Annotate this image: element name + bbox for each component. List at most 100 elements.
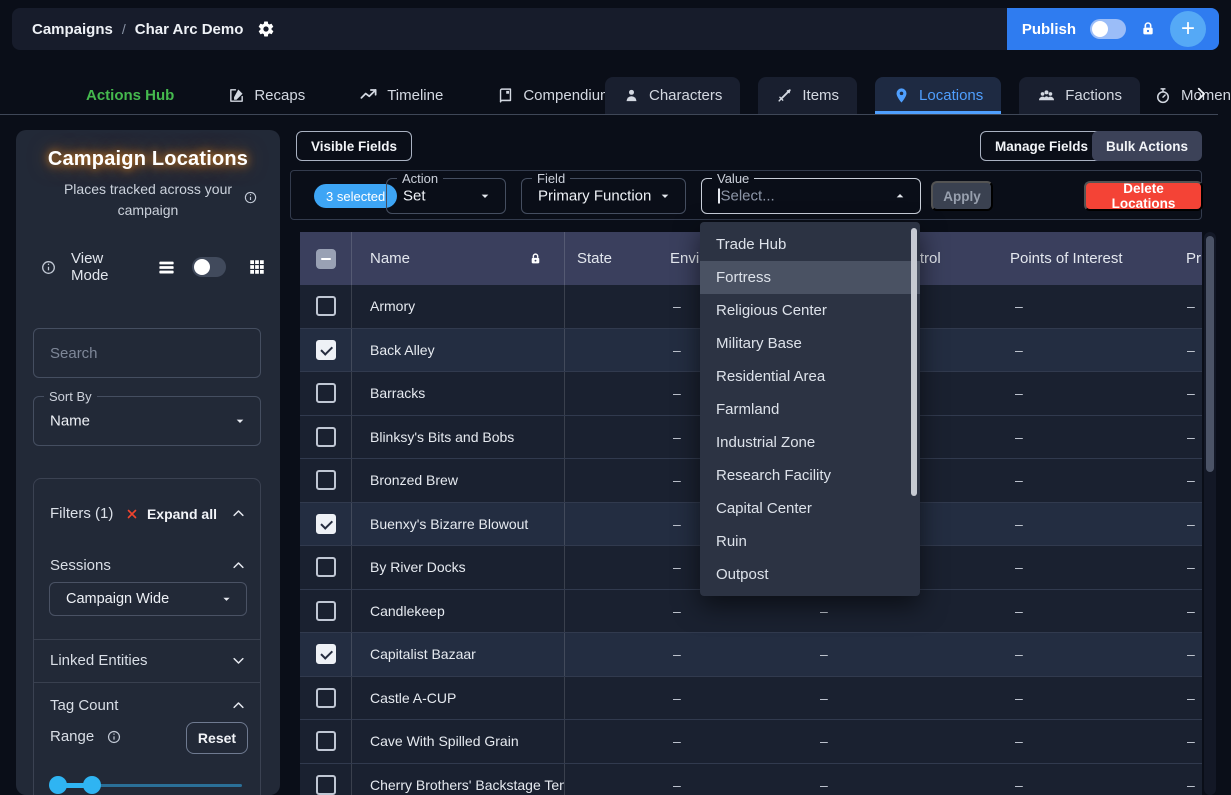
chevron-down-icon[interactable] [231,653,246,668]
delete-locations-button[interactable]: Delete Locations [1084,181,1203,211]
add-entity-button[interactable]: + [1170,11,1206,47]
row-select-cell [300,764,352,795]
dropdown-option-ruin[interactable]: Ruin [700,525,920,558]
scrollbar-thumb[interactable] [1206,236,1214,472]
dropdown-option-outpost[interactable]: Outpost [700,558,920,591]
apply-button[interactable]: Apply [931,181,993,211]
row-value-cell: – [1000,677,1180,720]
publish-toggle[interactable] [1090,19,1126,39]
row-checkbox[interactable] [316,688,336,708]
dropdown-option-farmland[interactable]: Farmland [700,393,920,426]
chevron-up-icon[interactable] [231,506,246,521]
select-all-checkbox[interactable] [316,249,336,269]
table-row[interactable]: Cherry Brothers' Backstage Tent–––– [300,764,1202,795]
info-icon[interactable] [40,259,57,276]
manage-fields-button[interactable]: Manage Fields [980,131,1103,161]
expand-all-button[interactable]: Expand all [147,506,217,522]
tab-label: Timeline [387,87,443,104]
row-checkbox[interactable] [316,557,336,577]
dropdown-option-religious-center[interactable]: Religious Center [700,294,920,327]
dropdown-scrollbar-thumb[interactable] [911,228,917,496]
row-select-cell [300,372,352,415]
list-view-icon[interactable] [157,258,176,277]
location-name: By River Docks [370,559,466,575]
chevron-right-icon[interactable] [1192,85,1210,103]
row-checkbox[interactable] [316,470,336,490]
field-select[interactable]: Field Primary Function [521,178,686,214]
chevron-up-icon[interactable] [231,698,246,713]
sidebar-subtitle: Places tracked across your campaign [53,179,243,221]
gear-icon[interactable] [257,20,275,38]
row-value-cell: – [1180,590,1202,633]
info-icon[interactable] [106,729,122,745]
lock-icon[interactable] [1140,20,1156,38]
row-value-cell: – [815,633,1000,676]
row-checkbox[interactable] [316,296,336,316]
grid-view-icon[interactable] [248,258,266,276]
info-icon[interactable] [243,190,258,205]
tab-label: Locations [919,87,983,104]
tab-recaps[interactable]: Recaps [228,87,305,104]
row-value-cell: – [1000,503,1180,546]
sword-icon [776,87,793,104]
row-checkbox[interactable] [316,427,336,447]
row-value-cell: – [1180,546,1202,589]
slider-handle-min[interactable] [49,776,67,794]
row-value-cell: – [1180,677,1202,720]
column-header-select [300,232,352,285]
tag-count-slider[interactable] [52,775,242,795]
row-checkbox[interactable] [316,731,336,751]
tab-characters[interactable]: Characters [605,77,740,114]
row-value-cell: – [815,720,1000,763]
dropdown-option-residential-area[interactable]: Residential Area [700,360,920,393]
tab-actions-hub[interactable]: Actions Hub [86,87,174,104]
breadcrumb-campaigns[interactable]: Campaigns [32,21,113,38]
row-checkbox[interactable] [316,383,336,403]
action-select[interactable]: Action Set [386,178,506,214]
row-name-cell: Blinksy's Bits and Bobs [352,416,565,459]
bulk-actions-button[interactable]: Bulk Actions [1092,131,1202,161]
tab-compendium[interactable]: Compendium [497,87,612,104]
view-mode-toggle[interactable] [192,257,226,277]
row-checkbox[interactable] [316,775,336,795]
table-row[interactable]: Castle A-CUP–––– [300,677,1202,721]
sessions-select[interactable]: Campaign Wide [49,582,247,616]
sort-by-select[interactable]: Sort By Name [33,396,261,446]
filters-panel: Filters (1) Expand all Sessions Campaign… [33,478,261,795]
table-row[interactable]: Capitalist Bazaar–––– [300,633,1202,677]
chevron-up-icon[interactable] [231,558,246,573]
column-label: Points of Interest [1010,250,1123,267]
tab-timeline[interactable]: Timeline [359,86,443,105]
value-select-placeholder: Select... [718,188,775,205]
row-checkbox[interactable] [316,340,336,360]
dropdown-option-research-facility[interactable]: Research Facility [700,459,920,492]
dropdown-option-fortress[interactable]: Fortress [700,261,920,294]
tab-locations[interactable]: Locations [875,77,1001,114]
table-row[interactable]: Cave With Spilled Grain–––– [300,720,1202,764]
location-name: Capitalist Bazaar [370,646,476,662]
reset-button[interactable]: Reset [186,722,248,754]
dropdown-option-capital-center[interactable]: Capital Center [700,492,920,525]
row-checkbox[interactable] [316,514,336,534]
slider-handle-max[interactable] [83,776,101,794]
x-icon[interactable] [125,507,139,521]
dropdown-option-trade-hub[interactable]: Trade Hub [700,228,920,261]
table-row[interactable]: Candlekeep–––– [300,590,1202,634]
row-checkbox[interactable] [316,601,336,621]
row-select-cell [300,285,352,328]
row-value-cell: – [1000,590,1180,633]
search-input[interactable] [33,328,261,378]
tab-factions[interactable]: Factions [1019,77,1140,114]
table-scrollbar[interactable] [1204,232,1216,795]
row-value-cell: – [1000,329,1180,372]
row-checkbox[interactable] [316,644,336,664]
dropdown-option-industrial-zone[interactable]: Industrial Zone [700,426,920,459]
visible-fields-button[interactable]: Visible Fields [296,131,412,161]
linked-entities-section-label: Linked Entities [50,652,148,669]
caret-down-icon [477,188,493,204]
dropdown-option-military-base[interactable]: Military Base [700,327,920,360]
value-select[interactable]: Value Select... [701,178,921,214]
tab-items[interactable]: Items [758,77,857,114]
tab-label: Compendium [523,87,612,104]
row-name-cell: Bronzed Brew [352,459,565,502]
